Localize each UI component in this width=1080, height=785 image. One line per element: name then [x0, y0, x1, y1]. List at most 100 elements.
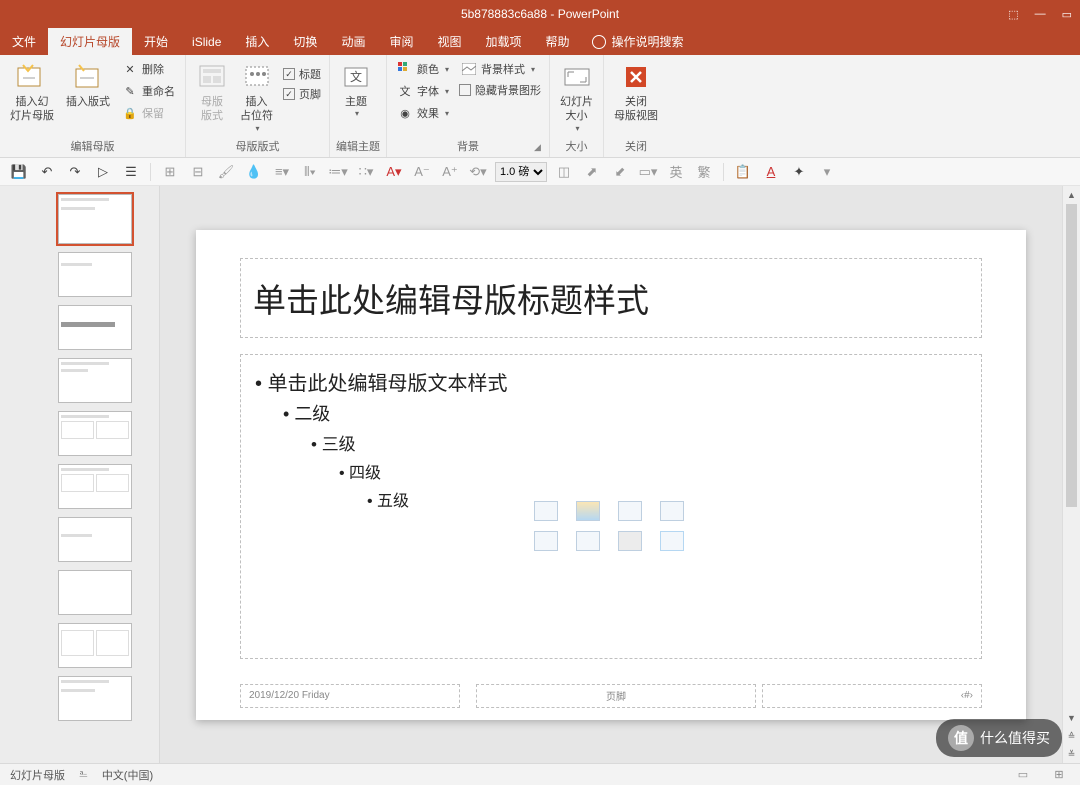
layout-thumbnail[interactable]: [58, 464, 132, 509]
arrange-button[interactable]: ▭▾: [637, 161, 659, 183]
numbering-button[interactable]: ∷▾: [355, 161, 377, 183]
rotate-button[interactable]: ⟲▾: [467, 161, 489, 183]
highlight-button[interactable]: ✦: [788, 161, 810, 183]
layout-thumbnail[interactable]: [58, 411, 132, 456]
hide-bg-checkbox[interactable]: 隐藏背景图形: [457, 81, 543, 99]
insert-layout-button[interactable]: 插入版式: [62, 59, 114, 111]
insert-placeholder-button[interactable]: 插入 占位符▾: [236, 59, 277, 136]
date-placeholder[interactable]: 2019/12/20 Friday: [240, 684, 460, 708]
tab-home[interactable]: 开始: [132, 28, 180, 55]
paste-button[interactable]: 📋: [732, 161, 754, 183]
scroll-up-icon[interactable]: ▲: [1063, 186, 1080, 204]
tab-review[interactable]: 审阅: [377, 28, 425, 55]
close-master-button[interactable]: 关闭 母版视图: [610, 59, 662, 126]
tab-slide-master[interactable]: 幻灯片母版: [48, 28, 132, 55]
font-color2-button[interactable]: A: [760, 161, 782, 183]
title-checkbox[interactable]: ✓标题: [281, 65, 323, 83]
insert-icon-icon[interactable]: [660, 531, 684, 551]
tab-file[interactable]: 文件: [0, 28, 48, 55]
bg-styles-button[interactable]: 背景样式▾: [457, 59, 543, 79]
fonts-button[interactable]: 文字体▾: [393, 81, 453, 101]
insert-chart-icon[interactable]: [576, 501, 600, 521]
save-button[interactable]: 💾: [8, 161, 30, 183]
delete-button[interactable]: ✕删除: [118, 59, 179, 79]
slide-number-placeholder[interactable]: ‹#›: [762, 684, 982, 708]
next-slide-icon[interactable]: ≚: [1063, 745, 1080, 763]
insert-video-icon[interactable]: [618, 531, 642, 551]
prev-slide-icon[interactable]: ≙: [1063, 727, 1080, 745]
dialog-launcher-icon[interactable]: ◢: [534, 142, 546, 154]
insert-slide-master-button[interactable]: 插入幻 灯片母版: [6, 59, 58, 126]
layout-thumbnail[interactable]: [58, 623, 132, 668]
group-close: 关闭 母版视图 关闭: [604, 55, 668, 157]
rename-button[interactable]: ✎重命名: [118, 81, 179, 101]
ungroup-button[interactable]: ⊟: [187, 161, 209, 183]
insert-3d-icon[interactable]: [660, 501, 684, 521]
status-bar: 幻灯片母版 ⎁ 中文(中国) ▭ ⊞: [0, 763, 1080, 785]
effects-button[interactable]: ◉效果▾: [393, 103, 453, 123]
colors-button[interactable]: 颜色▾: [393, 59, 453, 79]
merge-shapes-button[interactable]: ◫: [553, 161, 575, 183]
tab-animation[interactable]: 动画: [329, 28, 377, 55]
ribbon-options-icon[interactable]: ⬚: [1008, 8, 1018, 21]
thumbnail-panel[interactable]: [0, 186, 160, 763]
layout-thumbnail[interactable]: [58, 517, 132, 562]
language-status[interactable]: 中文(中国): [102, 767, 153, 783]
normal-view-button[interactable]: ▭: [1012, 766, 1034, 784]
tell-me-search[interactable]: 操作说明搜索: [592, 28, 684, 55]
tab-help[interactable]: 帮助: [534, 28, 582, 55]
line-weight-select[interactable]: 1.0 磅: [495, 162, 547, 182]
group-button[interactable]: ⊞: [159, 161, 181, 183]
master-thumbnail[interactable]: [58, 194, 132, 244]
themes-button[interactable]: 文 主题▾: [336, 59, 376, 122]
preserve-button[interactable]: 🔒保留: [118, 103, 179, 123]
format-painter-button[interactable]: 🖌: [215, 161, 237, 183]
layout-thumbnail[interactable]: [58, 252, 132, 297]
sorter-view-button[interactable]: ⊞: [1048, 766, 1070, 784]
slide-canvas[interactable]: 单击此处编辑母版标题样式 单击此处编辑母版文本样式 二级 三级 四级 五级: [196, 230, 1026, 720]
footer-placeholder[interactable]: 页脚: [476, 684, 756, 708]
watermark-icon: 值: [948, 725, 974, 751]
insert-online-picture-icon[interactable]: [576, 531, 600, 551]
customize-qat-button[interactable]: ▾: [816, 161, 838, 183]
lang-cn-button[interactable]: 繁: [693, 161, 715, 183]
decrease-font-button[interactable]: A⁻: [411, 161, 433, 183]
insert-picture-icon[interactable]: [534, 531, 558, 551]
workspace: 单击此处编辑母版标题样式 单击此处编辑母版文本样式 二级 三级 四级 五级: [0, 186, 1080, 763]
tab-insert[interactable]: 插入: [233, 28, 281, 55]
title-placeholder[interactable]: 单击此处编辑母版标题样式: [240, 258, 982, 338]
tab-view[interactable]: 视图: [425, 28, 473, 55]
undo-button[interactable]: ↶: [36, 161, 58, 183]
layout-thumbnail[interactable]: [58, 305, 132, 350]
touch-mode-button[interactable]: ☰: [120, 161, 142, 183]
layout-thumbnail[interactable]: [58, 676, 132, 721]
font-color-button[interactable]: A▾: [383, 161, 405, 183]
bring-forward-button[interactable]: ⬈: [581, 161, 603, 183]
insert-table-icon[interactable]: [534, 501, 558, 521]
maximize-icon[interactable]: ▭: [1062, 8, 1072, 21]
tab-addins[interactable]: 加载项: [473, 28, 533, 55]
tab-islide[interactable]: iSlide: [180, 28, 233, 55]
layout-thumbnail[interactable]: [58, 570, 132, 615]
minimize-icon[interactable]: —: [1035, 8, 1046, 21]
master-layout-button[interactable]: 母版 版式: [192, 59, 232, 126]
insert-smartart-icon[interactable]: [618, 501, 642, 521]
eyedropper-button[interactable]: 💧: [243, 161, 265, 183]
lang-en-button[interactable]: 英: [665, 161, 687, 183]
scroll-thumb[interactable]: [1066, 204, 1077, 507]
body-placeholder[interactable]: 单击此处编辑母版文本样式 二级 三级 四级 五级: [240, 354, 982, 659]
increase-font-button[interactable]: A⁺: [439, 161, 461, 183]
vertical-scrollbar[interactable]: ▲ ▼ ≙ ≚: [1062, 186, 1080, 763]
accessibility-icon[interactable]: ⎁: [79, 768, 88, 781]
distribute-button[interactable]: ⫴▾: [299, 161, 321, 183]
tab-transition[interactable]: 切换: [281, 28, 329, 55]
redo-button[interactable]: ↷: [64, 161, 86, 183]
bullets-button[interactable]: ≔▾: [327, 161, 349, 183]
send-backward-button[interactable]: ⬋: [609, 161, 631, 183]
layout-thumbnail[interactable]: [58, 358, 132, 403]
start-slideshow-button[interactable]: ▷: [92, 161, 114, 183]
slide-size-button[interactable]: 幻灯片 大小▾: [556, 59, 597, 136]
footer-checkbox[interactable]: ✓页脚: [281, 85, 323, 103]
align-button[interactable]: ≡▾: [271, 161, 293, 183]
scroll-down-icon[interactable]: ▼: [1063, 709, 1080, 727]
